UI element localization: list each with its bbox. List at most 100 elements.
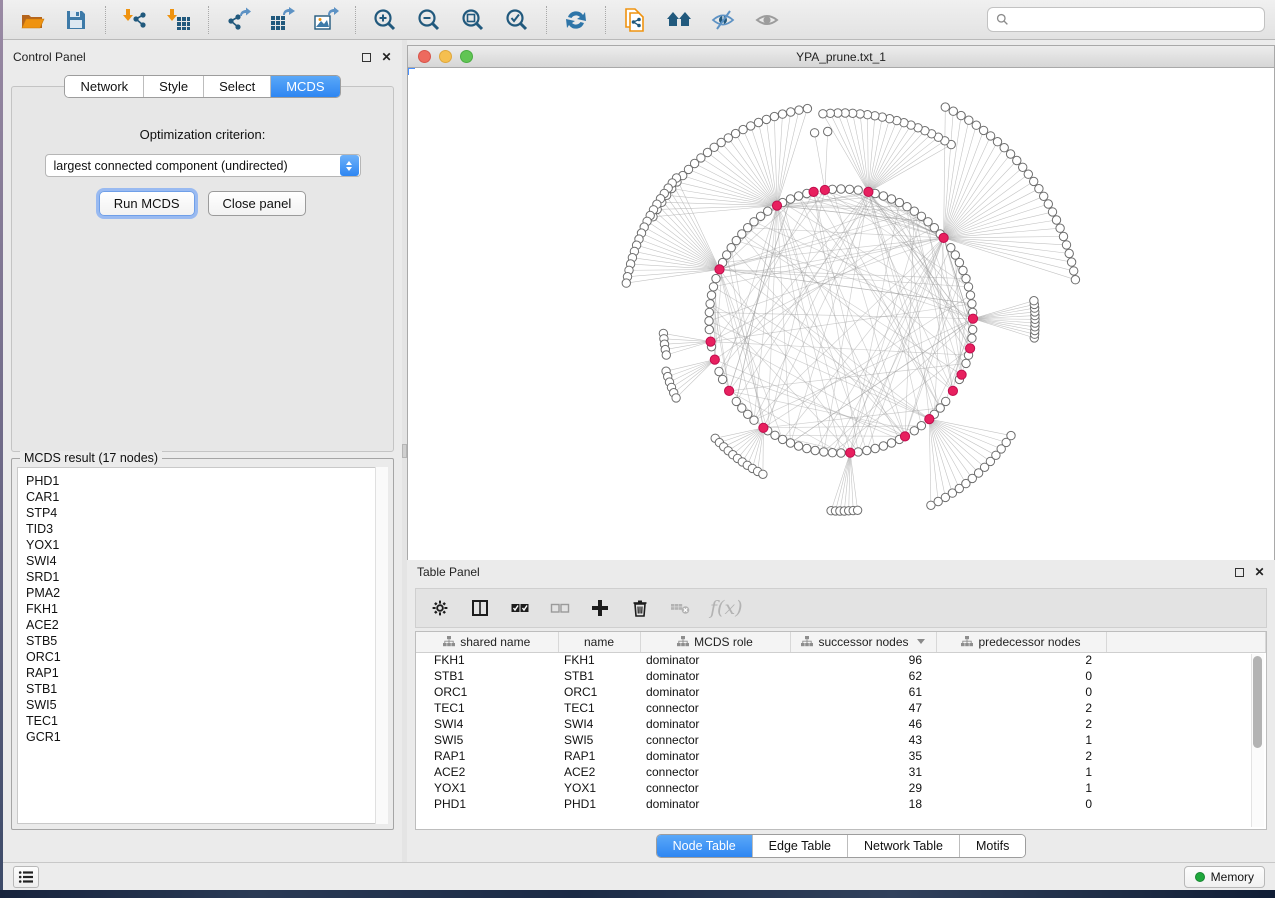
refresh-layout-button[interactable] bbox=[557, 4, 595, 36]
satellite-node[interactable] bbox=[1006, 150, 1014, 158]
tab-network-table[interactable]: Network Table bbox=[848, 835, 960, 857]
satellite-node[interactable] bbox=[1019, 163, 1027, 171]
mcds-result-item[interactable]: TEC1 bbox=[26, 713, 387, 729]
cell-mcds-role[interactable]: connector bbox=[640, 700, 790, 716]
mcds-result-item[interactable]: SWI4 bbox=[26, 553, 387, 569]
cell-mcds-role[interactable]: connector bbox=[640, 764, 790, 780]
mcds-dominator-node[interactable] bbox=[864, 187, 873, 196]
network-node[interactable] bbox=[966, 291, 974, 299]
network-node[interactable] bbox=[794, 442, 802, 450]
deselect-all-columns-button[interactable] bbox=[550, 593, 570, 623]
table-settings-button[interactable] bbox=[430, 593, 450, 623]
close-panel-button[interactable]: Close panel bbox=[208, 191, 307, 216]
mcds-result-item[interactable]: STB1 bbox=[26, 681, 387, 697]
mcds-dominator-node[interactable] bbox=[706, 337, 715, 346]
tab-select[interactable]: Select bbox=[204, 76, 271, 97]
table-row[interactable]: SWI4SWI4dominator462 bbox=[416, 716, 1266, 732]
cell-mcds-role[interactable]: dominator bbox=[640, 748, 790, 764]
cell-predecessor-nodes[interactable]: 1 bbox=[936, 764, 1106, 780]
network-node[interactable] bbox=[706, 300, 714, 308]
mcds-dominator-node[interactable] bbox=[846, 448, 855, 457]
run-mcds-button[interactable]: Run MCDS bbox=[99, 191, 195, 216]
delete-column-button[interactable] bbox=[630, 593, 650, 623]
tab-node-table[interactable]: Node Table bbox=[657, 835, 753, 857]
cell-shared-name[interactable]: TEC1 bbox=[416, 700, 558, 716]
satellite-node[interactable] bbox=[965, 116, 973, 124]
satellite-node[interactable] bbox=[1059, 232, 1067, 240]
satellite-node[interactable] bbox=[949, 107, 957, 115]
column-header-MCDS-role[interactable]: MCDS role bbox=[640, 632, 790, 652]
table-row[interactable]: ACE2ACE2connector311 bbox=[416, 764, 1266, 780]
satellite-node[interactable] bbox=[1062, 241, 1070, 249]
column-header-shared-name[interactable]: shared name bbox=[416, 632, 558, 652]
close-table-panel-icon[interactable]: ✕ bbox=[1254, 567, 1265, 578]
cell-mcds-role[interactable]: dominator bbox=[640, 716, 790, 732]
mcds-dominator-node[interactable] bbox=[820, 185, 829, 194]
cell-successor-nodes[interactable]: 62 bbox=[790, 668, 936, 684]
table-row[interactable]: SWI5SWI5connector431 bbox=[416, 732, 1266, 748]
mcds-dominator-node[interactable] bbox=[809, 187, 818, 196]
cell-name[interactable]: YOX1 bbox=[558, 780, 640, 796]
mcds-dominator-node[interactable] bbox=[725, 386, 734, 395]
network-node[interactable] bbox=[771, 431, 779, 439]
network-node[interactable] bbox=[959, 266, 967, 274]
network-node[interactable] bbox=[778, 435, 786, 443]
cell-successor-nodes[interactable]: 47 bbox=[790, 700, 936, 716]
cell-shared-name[interactable]: SWI5 bbox=[416, 732, 558, 748]
cell-shared-name[interactable]: RAP1 bbox=[416, 748, 558, 764]
network-node[interactable] bbox=[709, 283, 717, 291]
network-node[interactable] bbox=[705, 317, 713, 325]
satellite-node[interactable] bbox=[810, 129, 818, 137]
network-canvas[interactable] bbox=[408, 68, 1274, 560]
satellite-node[interactable] bbox=[1024, 170, 1032, 178]
satellite-node[interactable] bbox=[1048, 208, 1056, 216]
network-node[interactable] bbox=[705, 308, 713, 316]
table-row[interactable]: STB1STB1dominator620 bbox=[416, 668, 1266, 684]
network-node[interactable] bbox=[723, 251, 731, 259]
mcds-result-item[interactable]: ORC1 bbox=[26, 649, 387, 665]
import-table-button[interactable] bbox=[160, 4, 198, 36]
zoom-in-button[interactable] bbox=[366, 4, 404, 36]
mcds-dominator-node[interactable] bbox=[900, 432, 909, 441]
network-node[interactable] bbox=[794, 192, 802, 200]
mcds-result-item[interactable]: SRD1 bbox=[26, 569, 387, 585]
mcds-result-item[interactable]: YOX1 bbox=[26, 537, 387, 553]
mcds-dominator-node[interactable] bbox=[925, 415, 934, 424]
cell-predecessor-nodes[interactable]: 1 bbox=[936, 732, 1106, 748]
mcds-dominator-node[interactable] bbox=[948, 386, 957, 395]
first-neighbors-button[interactable] bbox=[660, 4, 698, 36]
satellite-node[interactable] bbox=[1000, 144, 1008, 152]
cell-name[interactable]: TEC1 bbox=[558, 700, 640, 716]
mcds-dominator-node[interactable] bbox=[939, 233, 948, 242]
mcds-result-item[interactable]: PHD1 bbox=[26, 473, 387, 489]
mcds-result-item[interactable]: SWI5 bbox=[26, 697, 387, 713]
network-node[interactable] bbox=[854, 186, 862, 194]
close-panel-icon[interactable]: ✕ bbox=[381, 52, 392, 63]
cell-predecessor-nodes[interactable]: 2 bbox=[936, 748, 1106, 764]
select-all-columns-button[interactable] bbox=[510, 593, 530, 623]
column-header-successor-nodes[interactable]: successor nodes bbox=[790, 632, 936, 652]
network-node[interactable] bbox=[707, 291, 715, 299]
network-node[interactable] bbox=[811, 446, 819, 454]
cell-successor-nodes[interactable]: 31 bbox=[790, 764, 936, 780]
cell-mcds-role[interactable]: dominator bbox=[640, 796, 790, 812]
cell-predecessor-nodes[interactable]: 2 bbox=[936, 700, 1106, 716]
cell-shared-name[interactable]: ORC1 bbox=[416, 684, 558, 700]
table-row[interactable]: PHD1PHD1dominator180 bbox=[416, 796, 1266, 812]
satellite-node[interactable] bbox=[1052, 216, 1060, 224]
network-node[interactable] bbox=[712, 274, 720, 282]
cell-name[interactable]: SWI4 bbox=[558, 716, 640, 732]
satellite-node[interactable] bbox=[993, 138, 1001, 146]
mcds-result-item[interactable]: STB5 bbox=[26, 633, 387, 649]
table-row[interactable]: TEC1TEC1connector472 bbox=[416, 700, 1266, 716]
cell-name[interactable]: RAP1 bbox=[558, 748, 640, 764]
cell-name[interactable]: STB1 bbox=[558, 668, 640, 684]
mcds-result-item[interactable]: GCR1 bbox=[26, 729, 387, 745]
satellite-node[interactable] bbox=[957, 111, 965, 119]
mcds-dominator-node[interactable] bbox=[957, 370, 966, 379]
float-panel-icon[interactable] bbox=[361, 52, 372, 63]
cell-shared-name[interactable]: ACE2 bbox=[416, 764, 558, 780]
table-row[interactable]: ORC1ORC1dominator610 bbox=[416, 684, 1266, 700]
table-scrollbar[interactable] bbox=[1251, 654, 1264, 827]
network-node[interactable] bbox=[879, 192, 887, 200]
